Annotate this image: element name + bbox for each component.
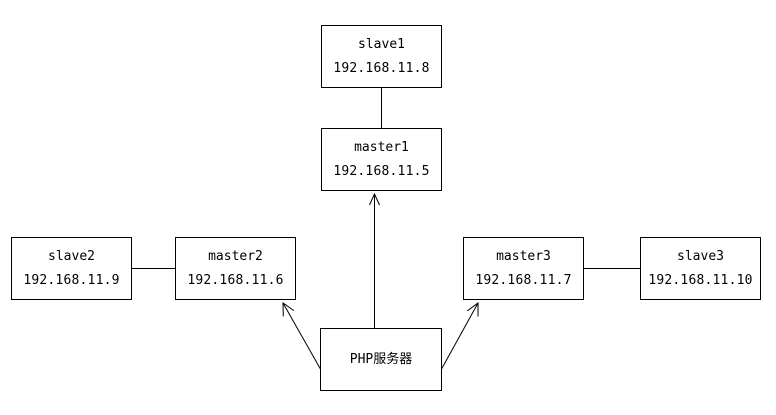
node-php-server-label: PHP服务器 — [349, 352, 413, 367]
node-slave3-ip: 192.168.11.10 — [648, 273, 753, 288]
topology-diagram: slave1 192.168.11.8 master1 192.168.11.5… — [0, 0, 776, 415]
node-slave1: slave1 192.168.11.8 — [321, 25, 442, 88]
arrow-php-master2 — [282, 302, 322, 371]
arrow-php-master3 — [440, 302, 479, 371]
node-slave1-name: slave1 — [358, 37, 405, 52]
arrow-php-master1 — [369, 192, 380, 328]
node-master1-ip: 192.168.11.5 — [333, 164, 430, 179]
node-slave2-ip: 192.168.11.9 — [23, 273, 120, 288]
node-slave3: slave3 192.168.11.10 — [640, 237, 761, 300]
node-master2: master2 192.168.11.6 — [175, 237, 296, 300]
node-master1: master1 192.168.11.5 — [321, 128, 442, 191]
node-slave3-name: slave3 — [677, 249, 724, 264]
node-master2-ip: 192.168.11.6 — [187, 273, 284, 288]
node-slave1-ip: 192.168.11.8 — [333, 61, 430, 76]
node-master1-name: master1 — [354, 140, 409, 155]
node-slave2-name: slave2 — [48, 249, 95, 264]
node-master3-ip: 192.168.11.7 — [475, 273, 572, 288]
node-slave2: slave2 192.168.11.9 — [11, 237, 132, 300]
node-php-server: PHP服务器 — [320, 328, 442, 391]
node-master3-name: master3 — [496, 249, 551, 264]
node-master2-name: master2 — [208, 249, 263, 264]
node-master3: master3 192.168.11.7 — [463, 237, 584, 300]
